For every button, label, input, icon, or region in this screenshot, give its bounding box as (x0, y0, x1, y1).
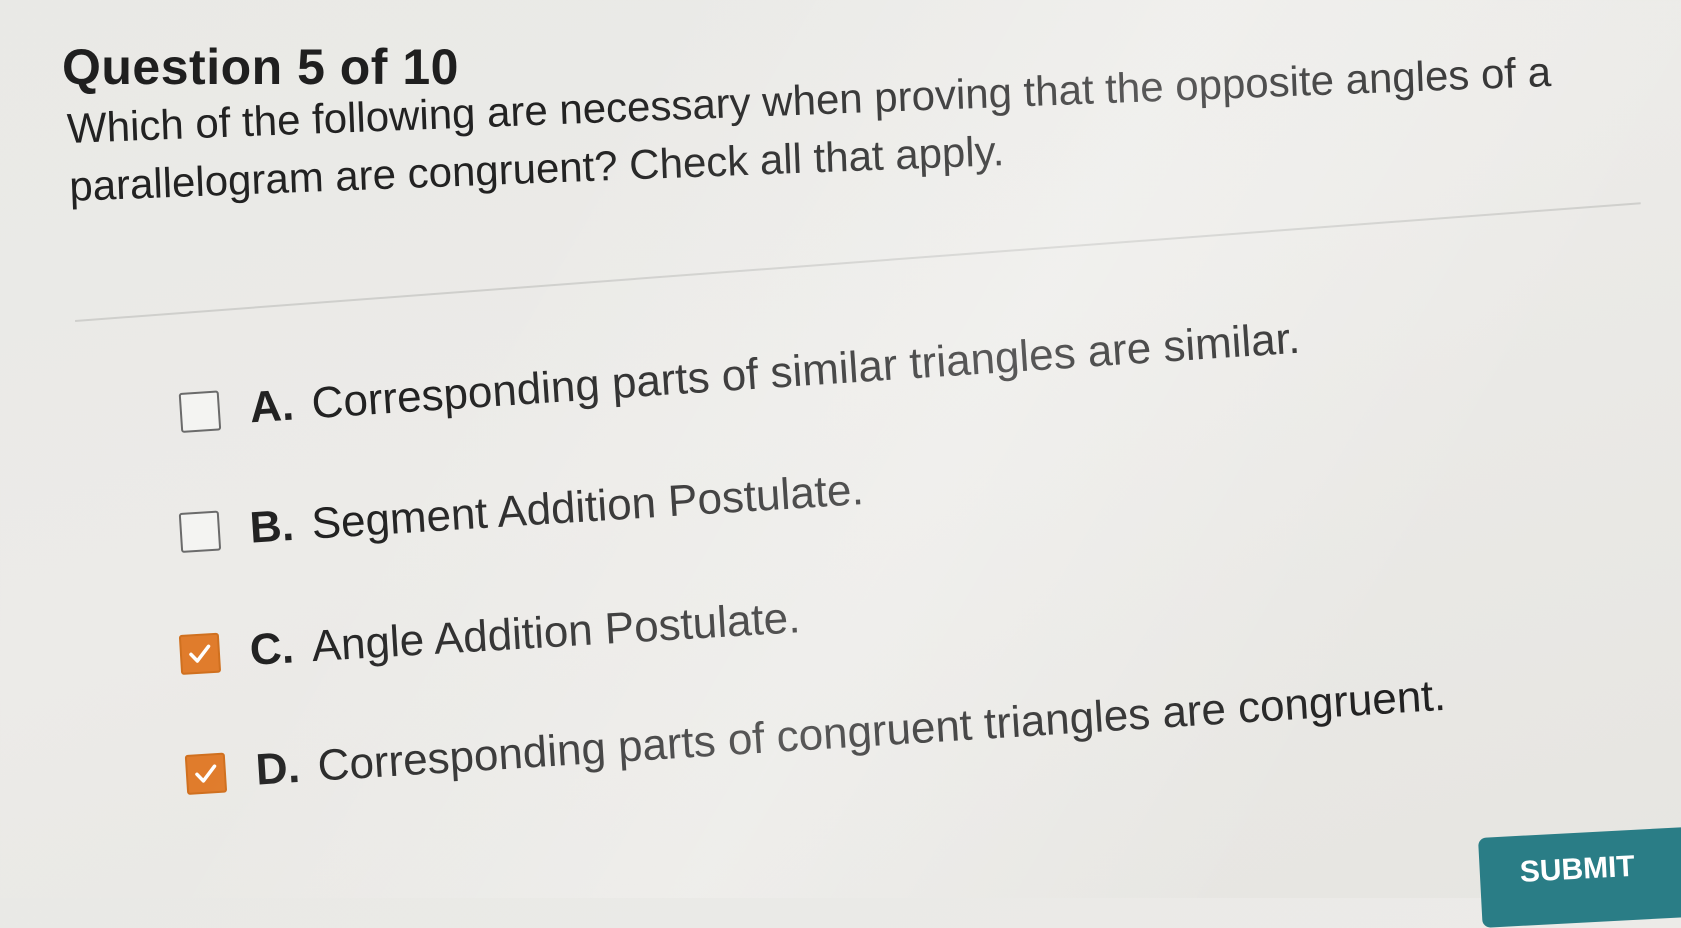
choice-text: Segment Addition Postulate. (310, 465, 865, 549)
quiz-page: Question 5 of 10 Which of the following … (0, 0, 1681, 928)
check-icon (195, 764, 217, 783)
checkbox-a[interactable] (178, 390, 222, 433)
choice-b[interactable]: B. Segment Addition Postulate. (178, 465, 865, 558)
choice-text: Corresponding parts of similar triangles… (310, 313, 1302, 429)
submit-button[interactable]: SUBMIT (1478, 825, 1681, 928)
choice-letter: D. (254, 742, 302, 795)
choice-letter: C. (248, 623, 296, 675)
choice-a[interactable]: A. Corresponding parts of similar triang… (178, 313, 1302, 438)
answer-choices: A. Corresponding parts of similar triang… (0, 0, 1681, 898)
choice-d[interactable]: D. Corresponding parts of congruent tria… (184, 671, 1447, 800)
choice-text: Angle Addition Postulate. (310, 593, 802, 672)
choice-text: Corresponding parts of congruent triangl… (316, 670, 1448, 791)
checkbox-b[interactable] (178, 510, 222, 553)
checkbox-c[interactable] (178, 632, 222, 675)
choice-letter: B. (248, 500, 296, 553)
choice-letter: A. (248, 380, 296, 433)
choice-c[interactable]: C. Angle Addition Postulate. (178, 593, 802, 680)
check-icon (189, 644, 211, 663)
checkbox-d[interactable] (184, 752, 228, 795)
